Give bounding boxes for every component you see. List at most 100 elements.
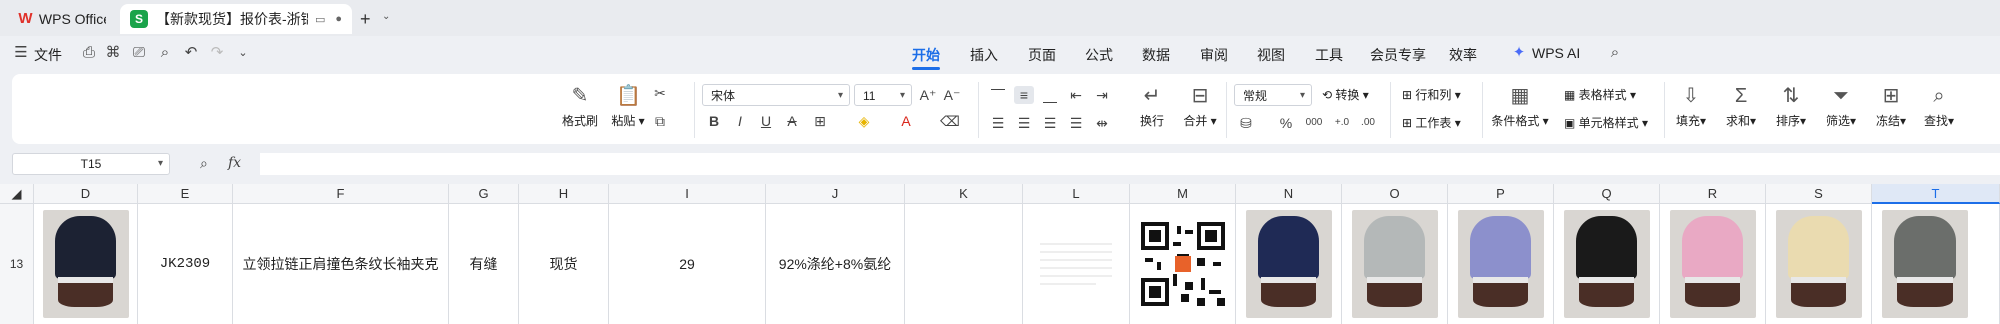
- hamburger-icon[interactable]: ☰: [12, 44, 30, 62]
- decrease-font-icon[interactable]: A⁻: [942, 86, 962, 104]
- cell-T13[interactable]: [1872, 204, 2000, 324]
- tab-document[interactable]: S 【新款现货】报价表-浙锦瑞恒 ▭ ●: [120, 4, 352, 34]
- cell-E13[interactable]: JK2309: [138, 204, 233, 324]
- align-center-icon[interactable]: ☰: [1014, 114, 1034, 132]
- sort-button[interactable]: ⇅ 排序▾: [1772, 84, 1810, 129]
- freeze-button[interactable]: ⊞ 冻结▾: [1872, 84, 1910, 129]
- copy-icon[interactable]: ⧉: [650, 112, 670, 130]
- strikethrough-icon[interactable]: A: [782, 112, 802, 130]
- align-middle-icon[interactable]: ≡: [1014, 86, 1034, 104]
- column-header-L[interactable]: L: [1023, 184, 1130, 204]
- cell-O13[interactable]: [1342, 204, 1448, 324]
- border-icon[interactable]: ⊞: [810, 112, 830, 130]
- fill-button[interactable]: ⇩ 填充▾: [1672, 84, 1710, 129]
- cell-G13[interactable]: 有缝: [449, 204, 519, 324]
- cell-H13[interactable]: 现货: [519, 204, 609, 324]
- fill-color-icon[interactable]: ◈: [854, 112, 874, 130]
- menu-tools[interactable]: 工具: [1315, 45, 1343, 65]
- cell-D13[interactable]: [34, 204, 138, 324]
- save-icon[interactable]: ⎙: [80, 44, 98, 62]
- column-header-K[interactable]: K: [905, 184, 1023, 204]
- chevron-down-icon[interactable]: ⌄: [382, 11, 390, 22]
- cell-N13[interactable]: [1236, 204, 1342, 324]
- cell-style-button[interactable]: ▣ 单元格样式 ▾: [1564, 114, 1648, 131]
- column-header-Q[interactable]: Q: [1554, 184, 1660, 204]
- undo-icon[interactable]: ↶: [182, 44, 200, 62]
- merge-button[interactable]: ⊟ 合并 ▾: [1178, 84, 1222, 129]
- cell-R13[interactable]: [1660, 204, 1766, 324]
- zoom-icon[interactable]: ⌕: [200, 155, 208, 172]
- sum-button[interactable]: Σ 求和▾: [1722, 84, 1760, 129]
- format-painter-button[interactable]: ✎ 格式刷: [560, 84, 600, 129]
- rows-cols-button[interactable]: ⊞ 行和列 ▾: [1402, 86, 1461, 103]
- cell-M13[interactable]: [1130, 204, 1236, 324]
- cell-L13[interactable]: [1023, 204, 1130, 324]
- cell-K13[interactable]: [905, 204, 1023, 324]
- menu-formula[interactable]: 公式: [1085, 45, 1113, 65]
- new-tab-icon[interactable]: +: [360, 9, 371, 30]
- thousands-icon[interactable]: 000: [1304, 114, 1324, 132]
- bold-icon[interactable]: B: [704, 112, 724, 130]
- menu-efficiency[interactable]: 效率: [1449, 45, 1477, 65]
- menu-home[interactable]: 开始: [912, 45, 940, 65]
- percent-icon[interactable]: %: [1276, 114, 1296, 132]
- font-color-icon[interactable]: A: [896, 112, 916, 130]
- currency-icon[interactable]: ⛁: [1236, 114, 1256, 132]
- column-header-H[interactable]: H: [519, 184, 609, 204]
- eraser-icon[interactable]: ⌫: [940, 112, 960, 130]
- decrease-indent-icon[interactable]: ⇤: [1066, 86, 1086, 104]
- chevron-down-icon[interactable]: ⌄: [234, 44, 252, 62]
- column-header-T[interactable]: T: [1872, 184, 2000, 204]
- align-top-icon[interactable]: ⎺: [988, 86, 1008, 104]
- italic-icon[interactable]: I: [730, 112, 750, 130]
- menu-file[interactable]: 文件: [34, 45, 62, 65]
- menu-page[interactable]: 页面: [1028, 45, 1056, 65]
- convert-button[interactable]: ⟲ 转换 ▾: [1322, 86, 1369, 103]
- increase-indent-icon[interactable]: ⇥: [1092, 86, 1112, 104]
- justify-icon[interactable]: ☰: [1066, 114, 1086, 132]
- align-right-icon[interactable]: ☰: [1040, 114, 1060, 132]
- column-header-J[interactable]: J: [766, 184, 905, 204]
- underline-icon[interactable]: U: [756, 112, 776, 130]
- column-header-D[interactable]: D: [34, 184, 138, 204]
- select-all-corner[interactable]: ◢: [0, 184, 34, 204]
- print-icon[interactable]: ⎚: [130, 44, 148, 62]
- menu-review[interactable]: 审阅: [1200, 45, 1228, 65]
- name-box[interactable]: T15 ▾: [12, 153, 170, 175]
- column-header-P[interactable]: P: [1448, 184, 1554, 204]
- cell-Q13[interactable]: [1554, 204, 1660, 324]
- cell-S13[interactable]: [1766, 204, 1872, 324]
- column-header-N[interactable]: N: [1236, 184, 1342, 204]
- column-header-E[interactable]: E: [138, 184, 233, 204]
- font-name-select[interactable]: 宋体 ▾: [702, 84, 850, 106]
- column-header-G[interactable]: G: [449, 184, 519, 204]
- decrease-decimal-icon[interactable]: .00: [1358, 114, 1378, 132]
- share-icon[interactable]: ⌘: [104, 44, 122, 62]
- align-left-icon[interactable]: ☰: [988, 114, 1008, 132]
- print-preview-icon[interactable]: ⌕: [156, 44, 174, 62]
- cut-icon[interactable]: ✂: [650, 84, 670, 102]
- dot-icon[interactable]: ●: [335, 13, 342, 25]
- align-bottom-icon[interactable]: ⎽: [1040, 86, 1060, 104]
- font-size-select[interactable]: 11 ▾: [854, 84, 912, 106]
- column-header-F[interactable]: F: [233, 184, 449, 204]
- menu-insert[interactable]: 插入: [970, 45, 998, 65]
- find-button[interactable]: ⌕ 查找▾: [1920, 84, 1958, 129]
- paste-button[interactable]: 📋 粘贴 ▾: [606, 84, 650, 129]
- cell-J13[interactable]: 92%涤纶+8%氨纶: [766, 204, 905, 324]
- column-header-I[interactable]: I: [609, 184, 766, 204]
- cell-P13[interactable]: [1448, 204, 1554, 324]
- increase-font-icon[interactable]: A⁺: [918, 86, 938, 104]
- column-header-M[interactable]: M: [1130, 184, 1236, 204]
- cell-F13[interactable]: 立领拉链正肩撞色条纹长袖夹克: [233, 204, 449, 324]
- conditional-format-button[interactable]: ▦ 条件格式 ▾: [1490, 84, 1550, 129]
- table-style-button[interactable]: ▦ 表格样式 ▾: [1564, 86, 1636, 103]
- distribute-icon[interactable]: ⇹: [1092, 114, 1112, 132]
- tab-wps-office[interactable]: W WPS Office: [8, 4, 116, 34]
- filter-button[interactable]: ⏷ 筛选▾: [1822, 84, 1860, 129]
- menu-data[interactable]: 数据: [1142, 45, 1170, 65]
- column-header-O[interactable]: O: [1342, 184, 1448, 204]
- row-header-13[interactable]: 13: [0, 204, 34, 324]
- column-header-S[interactable]: S: [1766, 184, 1872, 204]
- redo-icon[interactable]: ↷: [208, 44, 226, 62]
